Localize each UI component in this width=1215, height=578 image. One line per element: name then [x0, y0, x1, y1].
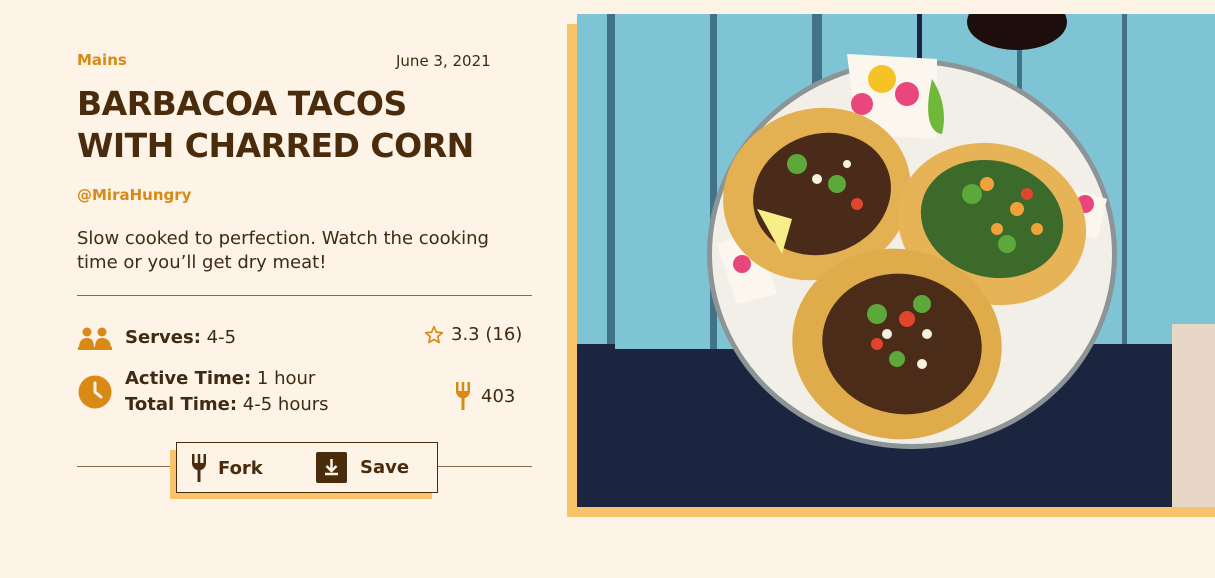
total-time-label: Total Time: — [125, 394, 238, 415]
active-time-value: 1 hour — [251, 368, 316, 389]
save-button-label: Save — [360, 457, 410, 478]
fork-button-label: Fork — [218, 457, 263, 479]
recipe-category[interactable]: Mains — [77, 51, 127, 69]
recipe-card-details: Mains June 3, 2021 BARBACOA TACOS WITH C… — [77, 0, 533, 578]
active-time-label: Active Time: — [125, 368, 252, 389]
clock-icon — [77, 374, 113, 410]
button-divider-right — [438, 466, 532, 467]
recipe-author[interactable]: @MiraHungry — [77, 186, 191, 204]
recipe-title: BARBACOA TACOS WITH CHARRED CORN — [77, 83, 533, 167]
recipe-title-line-2: WITH CHARRED CORN — [77, 126, 474, 165]
recipe-description: Slow cooked to perfection. Watch the coo… — [77, 228, 489, 273]
recipe-photo — [577, 14, 1215, 507]
recipe-title-line-1: BARBACOA TACOS — [77, 84, 407, 123]
serves-row: Serves: 4-5 — [77, 320, 236, 356]
people-icon — [77, 320, 113, 356]
star-outline-icon — [424, 325, 444, 345]
download-box-icon — [316, 452, 347, 483]
recipe-date: June 3, 2021 — [396, 52, 491, 70]
rating-value: 3.3 (16) — [451, 324, 523, 345]
save-button[interactable]: Save — [316, 452, 409, 483]
fork-icon — [192, 452, 206, 484]
button-group: Fork Save — [176, 442, 438, 493]
serves-value: 4-5 — [200, 327, 237, 348]
fork-button[interactable]: Fork — [192, 452, 263, 484]
section-divider — [77, 295, 532, 296]
total-time-value: 4-5 hours — [237, 394, 329, 415]
rating[interactable]: 3.3 (16) — [424, 324, 522, 345]
fork-count: 403 — [456, 382, 515, 410]
fork-count-value: 403 — [481, 385, 516, 407]
fork-icon — [456, 382, 470, 410]
serves-label: Serves: — [125, 327, 201, 348]
button-divider-left — [77, 466, 171, 467]
time-row: Active Time: 1 hour Total Time: 4-5 hour… — [77, 366, 329, 418]
